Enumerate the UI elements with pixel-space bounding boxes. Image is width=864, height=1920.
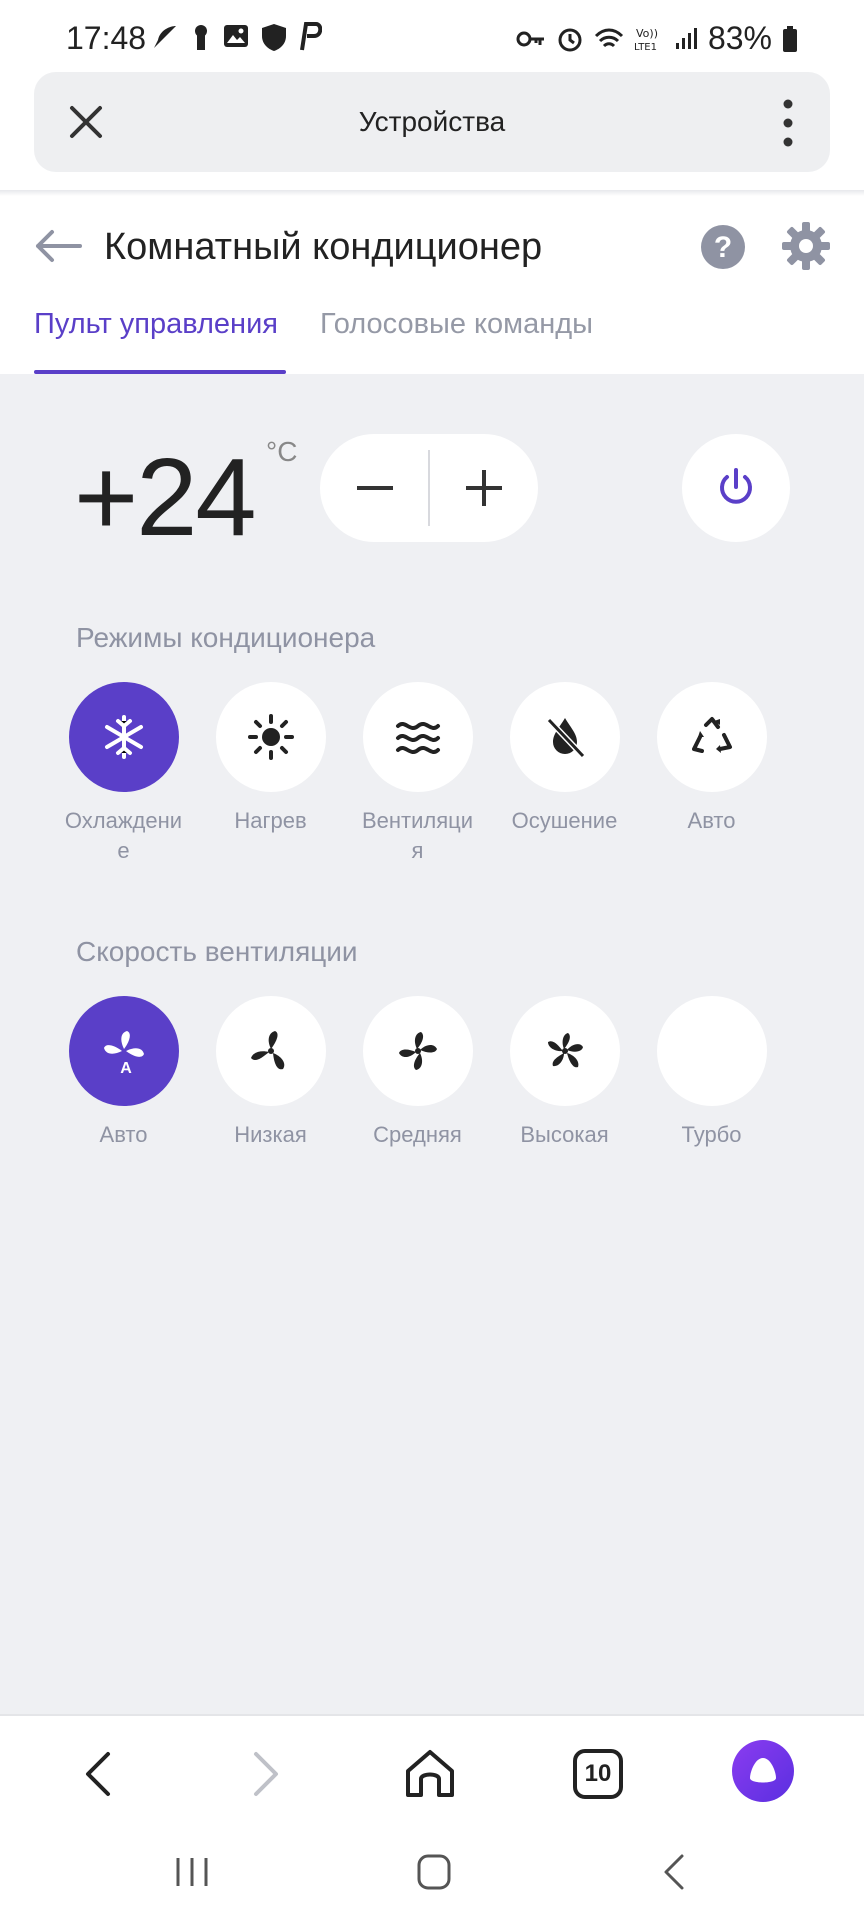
home-button[interactable]	[402, 1746, 458, 1802]
browser-title: Устройства	[358, 106, 506, 137]
svg-text:LTE1: LTE1	[634, 42, 657, 53]
plus-icon	[465, 470, 502, 506]
speed-low-button[interactable]	[215, 996, 326, 1106]
mode-cooling-button[interactable]	[68, 682, 179, 792]
p-app-icon	[300, 22, 322, 51]
browser-bottom-nav: 10	[0, 1714, 864, 1824]
svg-text:A: A	[120, 1060, 132, 1075]
svg-text:?: ?	[714, 231, 732, 264]
status-right-icons: Vo)) LTE1 83%	[516, 20, 798, 57]
tab-remote-control[interactable]: Пульт управления	[34, 308, 278, 341]
mode-drying[interactable]: Осушение	[491, 682, 638, 866]
alarm-icon	[558, 28, 582, 51]
increase-temperature-button[interactable]	[429, 434, 538, 542]
main-content: +24 °C Режимы кондиционера Охлаждение На…	[0, 374, 864, 1714]
recycle-icon	[691, 717, 732, 753]
mode-auto[interactable]: Авто	[638, 682, 785, 866]
speed-auto-button[interactable]: A	[68, 996, 179, 1106]
gear-icon[interactable]	[782, 222, 830, 270]
minus-icon	[356, 486, 393, 490]
power-icon	[720, 468, 752, 504]
speed-label: Низкая	[234, 1122, 307, 1147]
snowflake-icon	[104, 715, 143, 759]
feather-icon	[154, 26, 176, 48]
modes-row: Охлаждение Нагрев Вентиляция Осушение Ав…	[50, 682, 814, 866]
image-icon	[224, 25, 248, 47]
speed-section-title: Скорость вентиляции	[76, 936, 358, 967]
mode-heating-button[interactable]	[215, 682, 326, 792]
mode-ventilation[interactable]: Вентиляция	[344, 682, 491, 866]
modes-section-title: Режимы кондиционера	[76, 622, 376, 653]
battery-percent: 83%	[707, 20, 772, 56]
temperature-unit: °C	[266, 436, 298, 467]
mode-label: Нагрев	[234, 808, 307, 833]
tabs-button[interactable]: 10	[570, 1746, 626, 1802]
more-menu-icon[interactable]	[782, 98, 794, 148]
mode-label: Осушение	[511, 808, 618, 833]
speed-label: Высокая	[520, 1122, 609, 1147]
svg-text:Vo)): Vo))	[636, 27, 658, 40]
alice-assistant-button[interactable]	[732, 1740, 794, 1802]
speed-medium[interactable]: Средняя	[344, 996, 491, 1150]
system-nav-bar	[0, 1824, 864, 1920]
waves-icon	[395, 722, 440, 754]
status-time: 17:48	[66, 20, 147, 56]
mode-label: Охлаждение	[64, 808, 183, 863]
mode-label: Вентиляция	[361, 808, 474, 863]
speed-label: Турбо	[681, 1122, 742, 1147]
mode-auto-button[interactable]	[656, 682, 767, 792]
alice-icon	[750, 1758, 776, 1783]
recent-apps-icon[interactable]	[168, 1852, 216, 1892]
page-title: Комнатный кондиционер	[104, 226, 543, 268]
vpn-key-icon	[516, 31, 544, 46]
temperature-stepper	[320, 434, 538, 542]
browser-forward-button[interactable]	[238, 1746, 294, 1802]
power-button[interactable]	[682, 434, 790, 542]
mode-label: Авто	[687, 808, 736, 833]
browser-top-bar: Устройства	[34, 72, 830, 172]
mode-drying-button[interactable]	[509, 682, 620, 792]
speed-turbo-button[interactable]	[656, 996, 767, 1106]
signal-icon	[675, 27, 697, 49]
back-system-icon[interactable]	[652, 1852, 700, 1892]
back-arrow-icon[interactable]	[34, 228, 82, 264]
status-left-icons	[150, 22, 322, 52]
volte-icon: Vo)) LTE1	[634, 27, 658, 53]
mode-heating[interactable]: Нагрев	[197, 682, 344, 866]
fan-medium-icon	[398, 1032, 437, 1070]
speed-auto[interactable]: A Авто	[50, 996, 197, 1150]
fan-low-icon	[250, 1031, 284, 1070]
keyhole-icon	[195, 25, 207, 50]
wifi-icon	[594, 28, 624, 47]
speed-medium-button[interactable]	[362, 996, 473, 1106]
speed-turbo[interactable]: Турбо	[638, 996, 785, 1150]
battery-icon	[783, 25, 797, 52]
shield-phone-icon	[262, 24, 286, 51]
browser-back-button[interactable]	[70, 1746, 126, 1802]
status-bar: 17:48 Vo)) LTE1 83%	[0, 0, 864, 72]
sun-icon	[247, 714, 294, 760]
home-system-icon[interactable]	[410, 1852, 458, 1892]
fan-high-icon	[547, 1033, 583, 1068]
fan-auto-icon: A	[103, 1031, 144, 1075]
no-drop-icon	[546, 717, 585, 759]
speed-label: Авто	[99, 1122, 148, 1147]
temperature-value: +24	[74, 436, 257, 559]
speed-label: Средняя	[373, 1122, 462, 1147]
speed-high-button[interactable]	[509, 996, 620, 1106]
page-header: Комнатный кондиционер ? Пульт управления…	[0, 196, 864, 374]
mode-ventilation-button[interactable]	[362, 682, 473, 792]
speed-low[interactable]: Низкая	[197, 996, 344, 1150]
tab-voice-commands[interactable]: Голосовые команды	[320, 308, 593, 341]
speed-row: A Авто Низкая Средняя Высокая Турбо	[50, 996, 814, 1150]
speed-high[interactable]: Высокая	[491, 996, 638, 1150]
chevron-right-icon	[254, 1752, 278, 1796]
decrease-temperature-button[interactable]	[320, 434, 429, 542]
chevron-left-icon	[86, 1752, 110, 1796]
tabs-count: 10	[584, 1760, 612, 1787]
home-icon	[406, 1750, 454, 1797]
help-icon[interactable]: ?	[700, 224, 746, 270]
mode-cooling[interactable]: Охлаждение	[50, 682, 197, 866]
